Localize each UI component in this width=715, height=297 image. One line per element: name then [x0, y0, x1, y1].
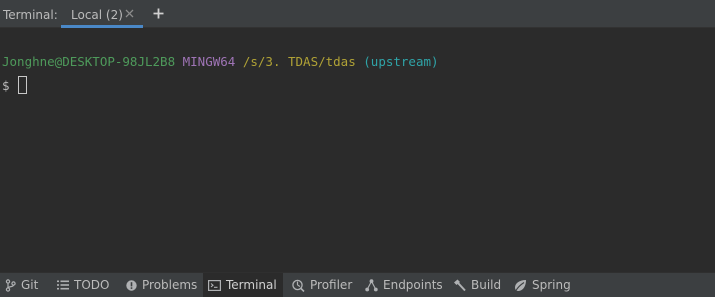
profiler-icon [292, 279, 305, 292]
prompt-info-line: Jonghne@DESKTOP-98JL2B8 MINGW64 /s/3. TD… [2, 54, 439, 70]
tool-window-title: Terminal: [3, 8, 58, 22]
system-text: MINGW64 [182, 54, 236, 69]
path-text: /s/3. TDAS/tdas [242, 54, 356, 69]
terminal-icon [208, 279, 221, 291]
input-line[interactable]: $ [2, 76, 27, 94]
tool-spring-button[interactable]: Spring [509, 273, 579, 297]
terminal-output[interactable]: Jonghne@DESKTOP-98JL2B8 MINGW64 /s/3. TD… [0, 28, 715, 270]
hammer-icon [454, 279, 466, 291]
tab-local-2[interactable]: Local (2) [61, 0, 143, 28]
user-host-text: Jonghne@DESKTOP-98JL2B8 [2, 54, 176, 69]
tool-label: Git [21, 278, 39, 292]
git-branch-icon [5, 278, 16, 292]
branch-text: (upstream) [363, 54, 439, 69]
list-icon [57, 280, 69, 290]
tool-problems-button[interactable]: Problems [121, 273, 205, 297]
tool-todo-button[interactable]: TODO [52, 273, 117, 297]
text-cursor[interactable] [17, 76, 27, 94]
add-tab-plus-icon[interactable] [153, 8, 164, 19]
endpoints-icon [365, 278, 378, 291]
tool-terminal-button[interactable]: Terminal [203, 273, 283, 297]
tool-label: Endpoints [383, 278, 443, 292]
spring-leaf-icon [515, 279, 526, 291]
terminal-tab-bar: Terminal: Local (2) [0, 0, 715, 28]
tool-endpoints-button[interactable]: Endpoints [360, 273, 451, 297]
tool-git-button[interactable]: Git [0, 273, 46, 297]
terminal-tool-window: Terminal: Local (2) Jonghne@DESKTOP-98JL… [0, 0, 715, 297]
tool-label: Terminal [226, 278, 277, 292]
tool-label: TODO [74, 278, 110, 292]
tool-label: Profiler [310, 278, 353, 292]
tool-label: Problems [142, 278, 198, 292]
close-icon[interactable] [125, 9, 134, 18]
warning-icon [126, 279, 137, 291]
bottom-tool-bar: Git TODO Problems Terminal Profiler Endp… [0, 272, 715, 297]
tool-profiler-button[interactable]: Profiler [287, 273, 360, 297]
tab-label: Local (2) [71, 8, 123, 22]
prompt-symbol: $ [2, 78, 10, 93]
tool-build-button[interactable]: Build [448, 273, 509, 297]
tool-label: Build [471, 278, 502, 292]
tool-label: Spring [532, 278, 571, 292]
